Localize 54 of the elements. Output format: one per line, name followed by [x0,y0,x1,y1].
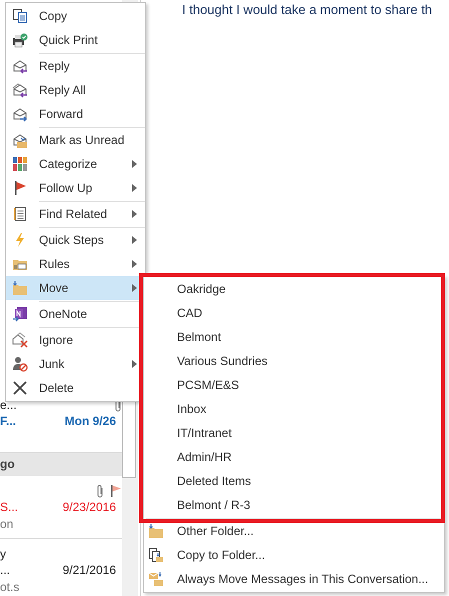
menu-item[interactable]: Quick Steps [6,228,139,252]
menu-item[interactable]: Quick Print [6,28,139,52]
reply-all-icon [12,82,28,98]
copy-icon [12,8,28,24]
menu-item[interactable]: Copy [6,4,139,28]
person-blocked-icon [12,356,28,372]
folder-icon [12,280,28,296]
menu-item[interactable]: Always Move Messages in This Conversation... [144,567,444,591]
envelope-icon [12,132,28,148]
date-text: 9/23/2016 [62,499,117,516]
sender-text: y [0,546,6,563]
envelope-folder-icon [148,571,164,587]
flag-icon[interactable] [110,484,122,498]
folder-menu-item[interactable]: Admin/HR [144,445,444,469]
menu-item[interactable]: Delete [6,376,139,400]
forward-icon [12,106,28,122]
message-body-text: I thought I would take a moment to share th [182,1,434,19]
subject-text: ... [0,562,10,579]
menu-item[interactable]: Move [6,276,139,300]
folder-menu-item[interactable]: IT/Intranet [144,421,444,445]
delete-icon [12,380,28,396]
menu-item[interactable]: Mark as Unread [6,128,139,152]
notebook-icon [12,306,28,322]
menu-item[interactable]: Follow Up [6,176,139,200]
copy-folder-icon [148,547,164,563]
preview-text: on [0,516,14,531]
color-grid-icon [12,156,28,172]
flag-icon [12,180,28,196]
menu-item[interactable]: Categorize [6,152,139,176]
menu-item[interactable]: Find Related [6,202,139,226]
menu-item[interactable]: Ignore [6,328,139,352]
subject-text: F... [0,413,16,430]
menu-item[interactable]: OneNote [6,302,139,326]
printer-icon [12,32,28,48]
document-icon [12,206,28,222]
date-text: Mon 9/26 [64,413,117,430]
group-header[interactable]: go [0,453,122,476]
folder-menu-item[interactable]: Deleted Items [144,469,444,493]
reply-icon [12,58,28,74]
date-text: 9/21/2016 [62,562,117,579]
menu-item[interactable]: Rules [6,252,139,276]
subject-text: S... [0,499,18,516]
menu-item[interactable]: Other Folder... [144,519,444,543]
ignore-icon [12,332,28,348]
menu-item[interactable]: Forward [6,102,139,126]
menu-item[interactable]: Reply [6,54,139,78]
folder-icon [148,523,164,539]
menu-item[interactable]: Copy to Folder... [144,543,444,567]
menu-item[interactable]: Junk [6,352,139,376]
preview-text: ot.s [0,579,20,594]
menu-item[interactable]: Reply All [6,78,139,102]
sender-text: e... [0,397,17,414]
folder-menu-item[interactable]: Belmont / R-3 [144,493,444,517]
paperclip-icon [96,484,104,498]
